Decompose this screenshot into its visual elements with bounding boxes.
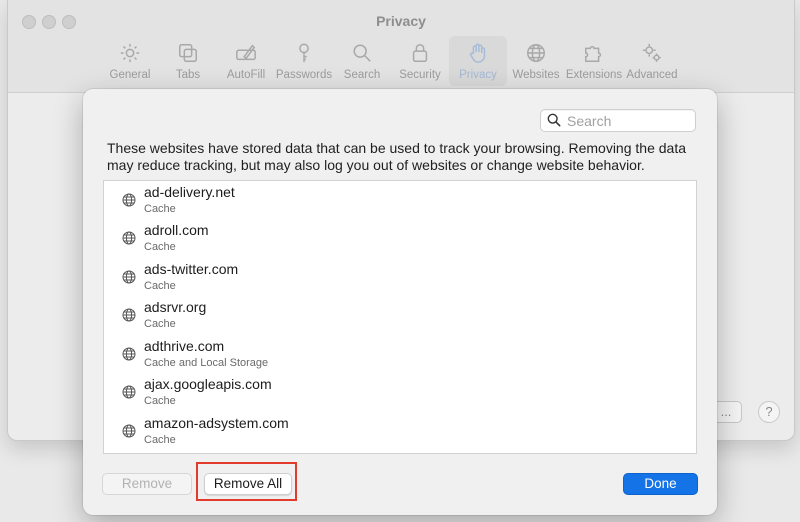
manage-website-data-sheet: These websites have stored data that can… bbox=[83, 89, 717, 515]
tab-label: Search bbox=[343, 69, 381, 81]
globe-icon bbox=[122, 347, 136, 361]
website-domain: adsrvr.org bbox=[144, 299, 207, 315]
window-title: Privacy bbox=[376, 13, 426, 29]
puzzle-icon bbox=[581, 40, 607, 66]
website-data-type: Cache bbox=[144, 203, 176, 215]
remove-button[interactable]: Remove bbox=[102, 473, 192, 495]
tab-label: General bbox=[109, 69, 151, 81]
globe-icon bbox=[122, 385, 136, 399]
tab-label: Privacy bbox=[459, 69, 497, 81]
tab-extensions[interactable]: Extensions bbox=[565, 36, 623, 86]
website-domain: adroll.com bbox=[144, 222, 209, 238]
tab-label: Extensions bbox=[565, 69, 623, 81]
list-item[interactable]: amazon-adsystem.com Cache bbox=[104, 412, 696, 450]
list-item[interactable]: ajax.googleapis.com Cache bbox=[104, 373, 696, 411]
tab-label: Tabs bbox=[175, 69, 201, 81]
pencil-icon bbox=[233, 40, 259, 66]
help-button[interactable]: ? bbox=[758, 401, 780, 423]
website-domain: ads-twitter.com bbox=[144, 261, 239, 277]
search-icon bbox=[547, 113, 561, 127]
title-bar: Privacy General Tabs AutoFill Passwords … bbox=[8, 0, 794, 93]
gear-icon bbox=[117, 40, 143, 66]
description-text: These websites have stored data that can… bbox=[107, 140, 686, 173]
website-domain: amazon-adsystem.com bbox=[144, 415, 289, 431]
tab-websites[interactable]: Websites bbox=[507, 36, 565, 86]
list-item[interactable]: adthrive.com Cache and Local Storage bbox=[104, 335, 696, 373]
tab-general[interactable]: General bbox=[101, 36, 159, 86]
website-data-list[interactable]: ad-delivery.net Cache adroll.com Cache a… bbox=[103, 180, 697, 454]
tab-label: Advanced bbox=[626, 69, 678, 81]
tab-advanced[interactable]: Advanced bbox=[623, 36, 681, 86]
remove-all-highlight-box bbox=[196, 462, 297, 501]
globe-icon bbox=[122, 231, 136, 245]
tab-label: Security bbox=[399, 69, 441, 81]
website-domain: ad-delivery.net bbox=[144, 184, 235, 200]
globe-icon bbox=[523, 40, 549, 66]
lock-icon bbox=[407, 40, 433, 66]
settings-toolbar: General Tabs AutoFill Passwords Search S… bbox=[101, 36, 681, 88]
list-item[interactable]: adsrvr.org Cache bbox=[104, 296, 696, 334]
tab-label: Passwords bbox=[275, 69, 333, 81]
tabs-icon bbox=[175, 40, 201, 66]
website-data-type: Cache bbox=[144, 395, 176, 407]
globe-icon bbox=[122, 308, 136, 322]
search-field[interactable] bbox=[540, 109, 696, 132]
globe-icon bbox=[122, 424, 136, 438]
website-domain: adthrive.com bbox=[144, 338, 225, 354]
globe-icon bbox=[122, 270, 136, 284]
website-data-type: Cache bbox=[144, 434, 176, 446]
hand-icon bbox=[465, 40, 491, 66]
tab-tabs[interactable]: Tabs bbox=[159, 36, 217, 86]
website-data-type: Cache bbox=[144, 280, 176, 292]
tab-passwords[interactable]: Passwords bbox=[275, 36, 333, 86]
tab-security[interactable]: Security bbox=[391, 36, 449, 86]
list-item[interactable]: ad-delivery.net Cache bbox=[104, 181, 696, 219]
tab-search[interactable]: Search bbox=[333, 36, 391, 86]
key-icon bbox=[291, 40, 317, 66]
magnifier-icon bbox=[349, 40, 375, 66]
search-input[interactable] bbox=[567, 112, 687, 129]
tab-autofill[interactable]: AutoFill bbox=[217, 36, 275, 86]
list-item[interactable]: ads-twitter.com Cache bbox=[104, 258, 696, 296]
tab-privacy[interactable]: Privacy bbox=[449, 36, 507, 86]
tab-label: Websites bbox=[512, 69, 560, 81]
tab-label: AutoFill bbox=[226, 69, 266, 81]
website-data-type: Cache bbox=[144, 241, 176, 253]
done-button[interactable]: Done bbox=[623, 473, 698, 495]
gears-icon bbox=[639, 40, 665, 66]
website-domain: ajax.googleapis.com bbox=[144, 376, 272, 392]
globe-icon bbox=[122, 193, 136, 207]
website-data-type: Cache and Local Storage bbox=[144, 357, 269, 369]
website-data-type: Cache bbox=[144, 318, 176, 330]
list-item[interactable]: adroll.com Cache bbox=[104, 219, 696, 257]
